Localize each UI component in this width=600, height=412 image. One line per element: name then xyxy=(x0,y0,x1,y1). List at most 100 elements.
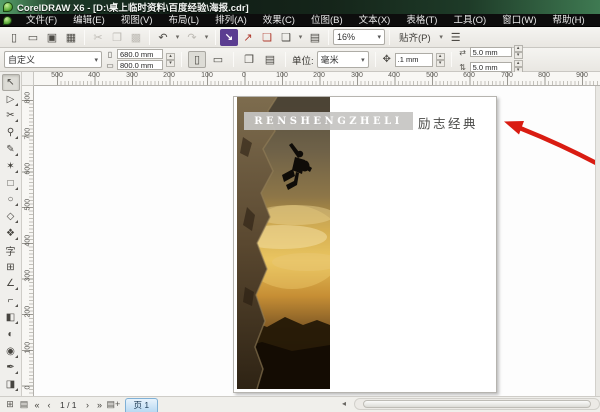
vruler-label: 0 xyxy=(24,385,32,390)
hruler-label: 800 xyxy=(538,72,550,79)
menu-item-text[interactable]: 文本(X) xyxy=(351,14,399,27)
publish-pdf-icon[interactable]: ❏ xyxy=(258,29,276,46)
menu-item-tools[interactable]: 工具(O) xyxy=(445,14,494,27)
menu-bar: 文件(F) 编辑(E) 视图(V) 布局(L) 排列(A) 效果(C) 位图(B… xyxy=(0,14,600,27)
freehand-tool[interactable]: ✎ xyxy=(2,141,20,158)
rectangle-tool[interactable]: □ xyxy=(2,175,20,192)
open-icon[interactable]: ▭ xyxy=(24,29,42,46)
page-preset-value: 自定义 xyxy=(8,55,36,65)
units-label: 单位: xyxy=(292,55,314,67)
duplicate-x-icon: ⇄ xyxy=(459,47,466,57)
eyedropper-tool[interactable]: ◉ xyxy=(2,343,20,360)
poster-banner[interactable]: RENSHENGZHELI xyxy=(244,112,413,130)
table-tool[interactable]: ⊞ xyxy=(2,259,20,276)
new-document-icon[interactable]: ▯ xyxy=(5,29,23,46)
page-tab-1[interactable]: 页 1 xyxy=(124,397,159,412)
snap-dropdown-icon[interactable]: ▾ xyxy=(437,29,446,46)
drawing-canvas[interactable]: RENSHENGZHELI 励志经典 xyxy=(34,86,600,396)
shape-tool[interactable]: ▷ xyxy=(2,91,20,108)
poster-title-text[interactable]: 励志经典 xyxy=(418,113,478,132)
hruler-label: 400 xyxy=(88,72,100,79)
launcher-dropdown-icon[interactable]: ▾ xyxy=(296,29,305,46)
crop-tool[interactable]: ✂ xyxy=(2,108,20,125)
dimension-tool[interactable]: ∠ xyxy=(2,276,20,293)
app-window: CorelDRAW X6 - [D:\桌上临时资料\百度经验\海报.cdr] 文… xyxy=(0,0,600,412)
undo-icon[interactable]: ↶ xyxy=(154,29,172,46)
page-preset-combo[interactable]: 自定义 ▾ xyxy=(4,51,102,68)
previous-page-button[interactable]: ‹ xyxy=(44,400,54,410)
menu-item-effects[interactable]: 效果(C) xyxy=(255,14,303,27)
welcome-screen-icon[interactable]: ▤ xyxy=(306,29,324,46)
page-flip-icon[interactable]: ▤ xyxy=(18,399,30,410)
menu-item-help[interactable]: 帮助(H) xyxy=(544,14,592,27)
units-combo[interactable]: 毫米 ▾ xyxy=(316,51,369,68)
scroll-left-icon[interactable]: ◂ xyxy=(342,399,346,408)
import-icon[interactable]: ↘ xyxy=(220,28,238,46)
pick-tool[interactable]: ↖ xyxy=(1,74,20,91)
vertical-ruler[interactable]: 800 700 600 500 400 300 200 100 0 xyxy=(22,86,34,396)
hruler-label: 100 xyxy=(201,72,213,79)
blend-tool[interactable]: ◧ xyxy=(2,309,20,326)
all-pages-button[interactable]: ❐ xyxy=(240,51,258,68)
fill-tool[interactable]: ◨ xyxy=(2,376,20,393)
add-page-icon[interactable]: ▤+ xyxy=(107,399,121,410)
current-page-button[interactable]: ▤ xyxy=(261,51,279,68)
menu-item-bitmaps[interactable]: 位图(B) xyxy=(303,14,351,27)
connector-tool[interactable]: ⌐ xyxy=(2,292,20,309)
cut-icon: ✂ xyxy=(93,31,103,44)
menu-item-file[interactable]: 文件(F) xyxy=(18,14,65,27)
page-indicator: 1 / 1 xyxy=(60,399,77,410)
export-icon[interactable]: ↗ xyxy=(239,29,257,46)
snap-to-button[interactable]: 贴齐(P) xyxy=(394,29,436,46)
horizontal-ruler[interactable]: 500 400 300 200 100 0 100 200 300 400 50… xyxy=(34,72,600,86)
page-height-field[interactable]: 800.0 mm xyxy=(117,60,163,70)
menu-item-table[interactable]: 表格(T) xyxy=(398,14,445,27)
first-page-button[interactable]: « xyxy=(32,400,42,410)
toolbar-separator xyxy=(84,29,85,45)
menu-item-arrange[interactable]: 排列(A) xyxy=(207,14,255,27)
landscape-button[interactable]: ▭ xyxy=(209,51,227,68)
zoom-tool[interactable]: ⚲ xyxy=(2,124,20,141)
page-width-field[interactable]: 680.0 mm xyxy=(117,49,163,59)
horizontal-scrollbar[interactable] xyxy=(354,398,600,410)
page-tab-label: 页 1 xyxy=(133,400,150,410)
toolbox: ↖ ▷ ✂ ⚲ ✎ ✶ □ ○ ◇ ❖ 字 ⊞ ∠ ⌐ ◧ ◐ ◉ ✒ ◨ xyxy=(0,72,22,396)
redo-icon: ↷ xyxy=(187,31,197,44)
duplicate-y-field[interactable]: 5.0 mm xyxy=(469,62,512,72)
propbar-separator xyxy=(233,52,234,67)
undo-dropdown-icon[interactable]: ▾ xyxy=(173,29,182,46)
navigator-grid-icon[interactable]: ⊞ xyxy=(4,399,16,410)
polygon-tool[interactable]: ◇ xyxy=(2,208,20,225)
ruler-origin-corner[interactable] xyxy=(22,72,34,86)
nudge-spinner[interactable]: ▴ ▾ xyxy=(435,52,445,67)
page-size-spinner[interactable]: ▴ ▾ xyxy=(166,52,175,67)
vertical-scrollbar[interactable] xyxy=(595,86,600,396)
print-icon[interactable]: ▦ xyxy=(62,29,80,46)
basic-shapes-tool[interactable]: ❖ xyxy=(2,225,20,242)
propbar-separator xyxy=(285,52,286,67)
next-page-button[interactable]: › xyxy=(83,400,93,410)
menu-item-edit[interactable]: 编辑(E) xyxy=(65,14,113,27)
smart-fill-tool[interactable]: ✶ xyxy=(2,158,20,175)
text-tool[interactable]: 字 xyxy=(2,242,20,259)
poster-page[interactable]: RENSHENGZHELI 励志经典 xyxy=(233,96,497,393)
duplicate-x-field[interactable]: 5.0 mm xyxy=(469,47,512,57)
hruler-label: 100 xyxy=(276,72,288,79)
nudge-field[interactable]: .1 mm xyxy=(394,52,433,67)
outline-pen-tool[interactable]: ✒ xyxy=(2,360,20,377)
duplicate-x-spinner[interactable]: ▴ ▾ xyxy=(513,45,523,59)
horizontal-scrollbar-thumb[interactable] xyxy=(363,400,591,408)
last-page-button[interactable]: » xyxy=(95,400,105,410)
menu-item-window[interactable]: 窗口(W) xyxy=(494,14,544,27)
portrait-button[interactable]: ▯ xyxy=(188,51,206,68)
save-icon[interactable]: ▣ xyxy=(43,29,61,46)
vruler-label: 400 xyxy=(24,234,32,247)
ellipse-tool[interactable]: ○ xyxy=(2,192,20,209)
menu-item-view[interactable]: 视图(V) xyxy=(113,14,161,27)
zoom-level-combo[interactable]: 16% ▾ xyxy=(333,29,385,45)
options-icon[interactable]: ☰ xyxy=(447,29,465,46)
application-launcher-icon[interactable]: ❑ xyxy=(277,29,295,46)
transparency-tool[interactable]: ◐ xyxy=(2,326,20,343)
coreldraw-menu-icon[interactable] xyxy=(3,15,12,25)
menu-item-layout[interactable]: 布局(L) xyxy=(160,14,207,27)
